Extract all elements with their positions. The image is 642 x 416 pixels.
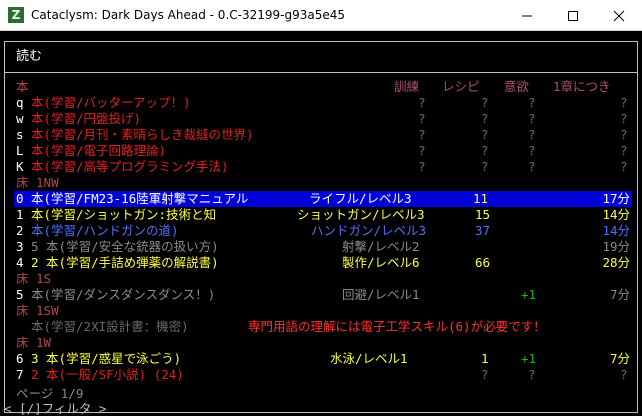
maximize-button[interactable] bbox=[550, 0, 596, 31]
section-label-floor-1nw: 床 1NW bbox=[16, 175, 59, 190]
section-label-floor-1sw: 床 1SW bbox=[16, 303, 59, 318]
list-item[interactable]: 1 本(学習/ショットガン:技術と知 ショットガン/レベル3 15 14分 bbox=[16, 207, 630, 223]
window-title: Cataclysm: Dark Days Ahead - 0.C-32199-g… bbox=[31, 8, 345, 22]
list-item-selected[interactable]: 0 本(学習/FM23-16陸軍射撃マニュアル ライフル/レベル3 11 17分 bbox=[14, 191, 632, 207]
close-button[interactable] bbox=[596, 0, 642, 31]
skill-warning: 専門用語の理解には電子工学スキル(6)が必要です！ bbox=[248, 319, 546, 334]
list-item[interactable]: w 本(学習/円盤投げ) ? ? ? ? bbox=[16, 111, 630, 127]
minimize-icon bbox=[522, 15, 532, 17]
menu-separator bbox=[4, 72, 638, 73]
list-item[interactable]: 7 2 本(一般/SF小説) (24) ? ? ? bbox=[16, 367, 630, 383]
section-label-floor-1s: 床 1S bbox=[16, 271, 52, 286]
close-icon bbox=[613, 10, 625, 22]
maximize-icon bbox=[568, 11, 578, 21]
menu-title: 読む bbox=[16, 49, 43, 64]
terminal: 読む 本 訓練 レシピ 意欲 1章につき q 本(学習/バッターアップ！) ? … bbox=[0, 31, 642, 416]
list-item[interactable]: L 本(学習/電子回路理論) ? ? ? ? bbox=[16, 143, 630, 159]
filter-hint[interactable]: < [/]フィルタ > bbox=[4, 398, 106, 416]
list-item[interactable]: 2 本(学習/ハンドガンの道) ハンドガン/レベル3 37 14分 bbox=[16, 223, 630, 239]
header-category: 本 bbox=[16, 79, 29, 94]
list-item[interactable]: 4 2 本(学習/手詰め弾薬の解説書) 製作/レベル6 66 28分 bbox=[16, 255, 630, 271]
list-item[interactable]: 本(学習/2XI設計書：機密) 専門用語の理解には電子工学スキル(6)が必要です… bbox=[16, 319, 630, 335]
list-item[interactable]: 3 5 本(学習/安全な銃器の扱い方) 射撃/レベル2 19分 bbox=[16, 239, 630, 255]
list-item[interactable]: 5 本(学習/ダンスダンスダンス！) 回避/レベル1 +1 7分 bbox=[16, 287, 630, 303]
window-titlebar[interactable]: Z Cataclysm: Dark Days Ahead - 0.C-32199… bbox=[0, 0, 642, 31]
list-item[interactable]: s 本(学習/月刊・素晴らしき裁縫の世界) ? ? ? ? bbox=[16, 127, 630, 143]
header-recipes: レシピ bbox=[442, 79, 480, 94]
list-item[interactable]: q 本(学習/バッターアップ！) ? ? ? ? bbox=[16, 95, 630, 111]
app-icon: Z bbox=[8, 7, 24, 23]
minimize-button[interactable] bbox=[504, 0, 550, 31]
column-header-row: 本 訓練 レシピ 意欲 1章につき bbox=[16, 79, 630, 95]
list-item[interactable]: K 本(学習/高等プログラミング手法) ? ? ? ? bbox=[16, 159, 630, 175]
header-fun: 意欲 bbox=[504, 79, 530, 94]
header-training: 訓練 bbox=[394, 79, 420, 94]
section-label-floor-1w: 床 1W bbox=[16, 335, 52, 350]
header-per-chapter: 1章につき bbox=[553, 79, 611, 94]
list-item[interactable]: 6 3 本(学習/惑星で泳ごう) 水泳/レベル1 1 +1 7分 bbox=[16, 351, 630, 367]
